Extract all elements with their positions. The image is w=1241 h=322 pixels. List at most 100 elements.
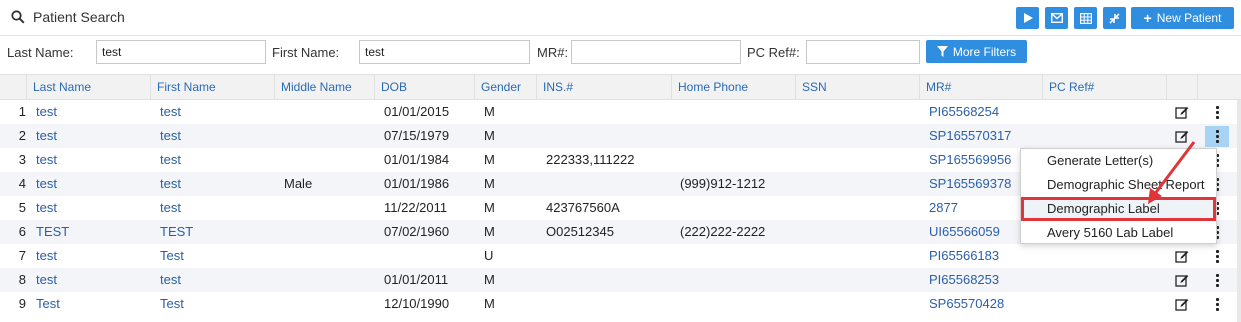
first-name-label: First Name:: [272, 45, 340, 60]
cell-gender: M: [484, 152, 495, 167]
cell-last-name[interactable]: test: [36, 148, 146, 172]
cell-ssn: [804, 148, 916, 172]
column-ssn[interactable]: SSN: [795, 75, 919, 99]
row-number: 1: [18, 104, 26, 119]
filter-bar: Last Name: First Name: MR#: PC Ref#: Mor…: [0, 37, 1241, 72]
cell-last-name[interactable]: Test: [36, 292, 146, 316]
new-patient-button[interactable]: + New Patient: [1131, 7, 1234, 29]
table-row[interactable]: 9 Test Test 12/10/1990 M SP65570428: [0, 292, 1241, 316]
cell-home-phone: (222)222-2222: [680, 224, 766, 239]
more-filters-button[interactable]: More Filters: [926, 40, 1027, 63]
cell-home-phone: (999)912-1212: [680, 176, 766, 191]
cell-mr[interactable]: SP165570317: [929, 124, 1039, 148]
column-first-name[interactable]: First Name: [150, 75, 274, 99]
cell-pc-ref: [1052, 124, 1162, 148]
grid-icon: [1079, 12, 1092, 24]
table-row[interactable]: 8 test test 01/01/2011 M PI65568253: [0, 268, 1241, 292]
mr-input[interactable]: [571, 40, 741, 64]
cell-last-name[interactable]: test: [36, 100, 146, 124]
cell-last-name[interactable]: test: [36, 196, 146, 220]
cell-first-name[interactable]: test: [160, 124, 270, 148]
more-options-icon[interactable]: [1205, 294, 1229, 315]
menu-item-demographic-sheet-report[interactable]: Demographic Sheet Report: [1021, 173, 1216, 197]
cell-dob: 01/01/1986: [384, 176, 450, 191]
cell-mr[interactable]: PI65566183: [929, 244, 1039, 268]
cell-pc-ref: [1052, 268, 1162, 292]
cell-gender: M: [484, 272, 495, 287]
pc-ref-input[interactable]: [806, 40, 920, 64]
email-button[interactable]: [1045, 7, 1068, 29]
vertical-scrollbar[interactable]: [1237, 100, 1241, 322]
row-number: 3: [18, 152, 26, 167]
filter-icon: [936, 46, 948, 57]
column-mr[interactable]: MR#: [919, 75, 1042, 99]
column-actions: [1197, 75, 1241, 99]
cell-pc-ref: [1052, 244, 1162, 268]
cell-pc-ref: [1052, 292, 1162, 316]
play-icon: [1023, 13, 1033, 23]
cell-gender: M: [484, 296, 495, 311]
cell-gender: M: [484, 104, 495, 119]
edit-icon[interactable]: [1175, 249, 1189, 263]
cell-mr[interactable]: SP65570428: [929, 292, 1039, 316]
cell-first-name[interactable]: Test: [160, 292, 270, 316]
edit-icon[interactable]: [1175, 273, 1189, 287]
pc-ref-label: PC Ref#:: [747, 45, 800, 60]
plus-icon: +: [1143, 10, 1152, 26]
cell-first-name[interactable]: TEST: [160, 220, 270, 244]
column-last-name[interactable]: Last Name: [26, 75, 150, 99]
cell-home-phone: [680, 124, 792, 148]
compress-button[interactable]: [1103, 7, 1126, 29]
cell-first-name[interactable]: test: [160, 100, 270, 124]
cell-ins: [546, 268, 668, 292]
menu-item-avery-5160-lab-label[interactable]: Avery 5160 Lab Label: [1021, 221, 1216, 245]
edit-icon[interactable]: [1175, 105, 1189, 119]
cell-dob: 01/01/2015: [384, 104, 450, 119]
cell-last-name[interactable]: test: [36, 172, 146, 196]
cell-first-name[interactable]: test: [160, 172, 270, 196]
cell-ins: [546, 124, 668, 148]
cell-mr[interactable]: PI65568254: [929, 100, 1039, 124]
column-gender[interactable]: Gender: [474, 75, 536, 99]
more-options-icon[interactable]: [1205, 126, 1229, 147]
column-middle-name[interactable]: Middle Name: [274, 75, 374, 99]
cell-mr[interactable]: PI65568253: [929, 268, 1039, 292]
cell-dob: [384, 244, 470, 268]
menu-item-demographic-label[interactable]: Demographic Label: [1021, 197, 1216, 221]
cell-last-name[interactable]: test: [36, 124, 146, 148]
column-home-phone[interactable]: Home Phone: [671, 75, 795, 99]
column-pc-ref[interactable]: PC Ref#: [1042, 75, 1166, 99]
cell-ssn: [804, 292, 916, 316]
cell-first-name[interactable]: Test: [160, 244, 270, 268]
more-options-icon[interactable]: [1205, 270, 1229, 291]
cell-last-name[interactable]: test: [36, 244, 146, 268]
menu-item-generate-letters[interactable]: Generate Letter(s): [1021, 149, 1216, 173]
cell-first-name[interactable]: test: [160, 148, 270, 172]
table-row[interactable]: 2 test test 07/15/1979 M SP165570317: [0, 124, 1241, 148]
edit-icon[interactable]: [1175, 297, 1189, 311]
cell-last-name[interactable]: TEST: [36, 220, 146, 244]
last-name-input[interactable]: [96, 40, 266, 64]
cell-last-name[interactable]: test: [36, 268, 146, 292]
table-row[interactable]: 1 test test 01/01/2015 M PI65568254: [0, 100, 1241, 124]
grid-view-button[interactable]: [1074, 7, 1097, 29]
cell-home-phone: [680, 196, 792, 220]
edit-icon[interactable]: [1175, 129, 1189, 143]
envelope-icon: [1050, 13, 1063, 23]
row-number: 7: [18, 248, 26, 263]
table-row[interactable]: 7 test Test U PI65566183: [0, 244, 1241, 268]
cell-ssn: [804, 172, 916, 196]
more-options-icon[interactable]: [1205, 246, 1229, 267]
cell-dob: 01/01/1984: [384, 152, 450, 167]
row-number: 4: [18, 176, 26, 191]
more-options-icon[interactable]: [1205, 102, 1229, 123]
cell-first-name[interactable]: test: [160, 196, 270, 220]
cell-middle-name: [284, 196, 370, 220]
play-button[interactable]: [1016, 7, 1039, 29]
first-name-input[interactable]: [359, 40, 530, 64]
last-name-label: Last Name:: [7, 45, 74, 60]
column-ins[interactable]: INS.#: [536, 75, 671, 99]
column-edit: [1166, 75, 1197, 99]
column-dob[interactable]: DOB: [374, 75, 474, 99]
cell-first-name[interactable]: test: [160, 268, 270, 292]
